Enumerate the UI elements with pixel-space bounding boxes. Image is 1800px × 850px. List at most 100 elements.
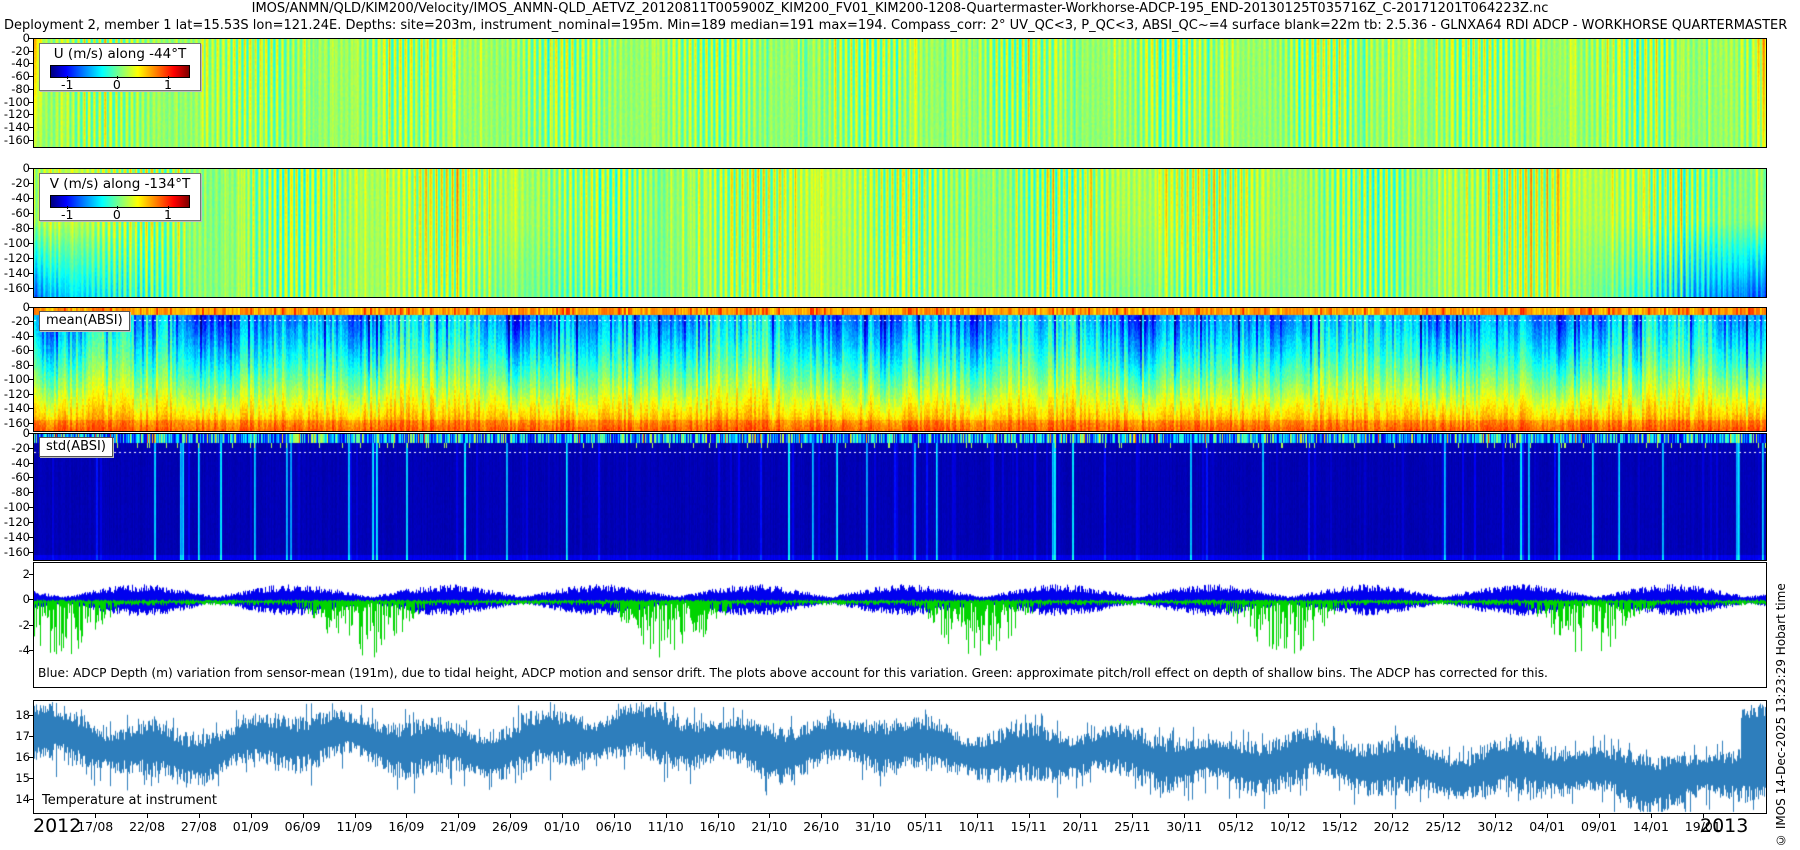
x-tick-label: 27/08 bbox=[180, 819, 217, 834]
y-tick-label: -160 bbox=[3, 132, 30, 147]
x-tick-label: 25/11 bbox=[1114, 819, 1151, 834]
x-tick-label: 20/11 bbox=[1062, 819, 1099, 834]
y-tick-label: -60 bbox=[11, 470, 30, 485]
y-tick-mark bbox=[29, 408, 33, 409]
y-tick-label: 0 bbox=[22, 592, 30, 607]
y-tick-label: -80 bbox=[11, 485, 30, 500]
y-tick-mark bbox=[29, 477, 33, 478]
x-tick-mark bbox=[1651, 813, 1652, 818]
x-tick-mark bbox=[666, 813, 667, 818]
x-tick-mark bbox=[1599, 813, 1600, 818]
y-tick-mark bbox=[29, 463, 33, 464]
y-tick-mark bbox=[29, 448, 33, 449]
y-tick-label: -20 bbox=[11, 314, 30, 329]
x-tick-mark bbox=[873, 813, 874, 818]
y-tick-mark bbox=[29, 288, 33, 289]
y-tick-label: -100 bbox=[3, 236, 30, 251]
x-tick-mark bbox=[1392, 813, 1393, 818]
y-tick-mark bbox=[29, 365, 33, 366]
imos-watermark: © IMOS 14-Dec-2025 13:23:29 Hobart time bbox=[1774, 583, 1788, 847]
x-tick-label: 10/12 bbox=[1269, 819, 1306, 834]
temperature-lineplot bbox=[34, 701, 1766, 813]
y-tick-label: -40 bbox=[11, 328, 30, 343]
x-tick-label: 05/12 bbox=[1218, 819, 1255, 834]
y-tick-mark bbox=[29, 168, 33, 169]
y-tick-label: -60 bbox=[11, 343, 30, 358]
x-tick-label: 30/12 bbox=[1477, 819, 1514, 834]
y-tick-label: -20 bbox=[11, 176, 30, 191]
y-tick-label: 0 bbox=[22, 426, 30, 440]
y-tick-mark bbox=[29, 423, 33, 424]
y-tick-label: 0 bbox=[22, 300, 30, 314]
x-tick-label: 26/09 bbox=[492, 819, 529, 834]
y-tick-mark bbox=[29, 757, 33, 758]
y-tick-mark bbox=[29, 307, 33, 308]
y-tick-label: -120 bbox=[3, 386, 30, 401]
y-tick-label: 16 bbox=[15, 750, 30, 765]
y-tick-mark bbox=[29, 336, 33, 337]
u-colorbar-legend: U (m/s) along -44°T -1 0 1 bbox=[39, 43, 201, 92]
y-tick-mark bbox=[29, 127, 33, 128]
xaxis-year-start: 2012 bbox=[33, 815, 82, 837]
y-tick-mark bbox=[29, 76, 33, 77]
x-tick-mark bbox=[1547, 813, 1548, 818]
x-tick-mark bbox=[406, 813, 407, 818]
x-tick-label: 01/09 bbox=[232, 819, 269, 834]
x-tick-label: 16/09 bbox=[388, 819, 425, 834]
figure-subtitle: Deployment 2, member 1 lat=15.53S lon=12… bbox=[4, 18, 1788, 33]
panel-temperature: Temperature at instrument bbox=[33, 700, 1767, 814]
x-tick-label: 15/11 bbox=[1010, 819, 1047, 834]
x-tick-mark bbox=[1495, 813, 1496, 818]
depth-variation-annotation: Blue: ADCP Depth (m) variation from sens… bbox=[38, 666, 1548, 680]
x-tick-label: 14/01 bbox=[1632, 819, 1669, 834]
x-tick-label: 20/12 bbox=[1373, 819, 1410, 834]
x-tick-label: 10/11 bbox=[958, 819, 995, 834]
y-tick-mark bbox=[29, 102, 33, 103]
y-tick-label: -80 bbox=[11, 357, 30, 372]
y-tick-label: -140 bbox=[3, 401, 30, 416]
y-tick-mark bbox=[29, 574, 33, 575]
x-tick-label: 22/08 bbox=[129, 819, 166, 834]
x-tick-label: 16/10 bbox=[699, 819, 736, 834]
x-tick-mark bbox=[1236, 813, 1237, 818]
y-tick-mark bbox=[29, 350, 33, 351]
x-tick-mark bbox=[562, 813, 563, 818]
panel-v-velocity: V (m/s) along -134°T -1 0 1 bbox=[33, 168, 1767, 298]
colorbar-tick-label: 0 bbox=[112, 77, 121, 92]
y-tick-label: -160 bbox=[3, 544, 30, 559]
y-tick-mark bbox=[29, 799, 33, 800]
y-tick-label: -120 bbox=[3, 251, 30, 266]
absi-std-heatmap bbox=[34, 434, 1766, 560]
x-tick-mark bbox=[1029, 813, 1030, 818]
panel-absi-std: std(ABSI) bbox=[33, 433, 1767, 561]
y-tick-label: -140 bbox=[3, 266, 30, 281]
x-tick-mark bbox=[1132, 813, 1133, 818]
x-tick-mark bbox=[1184, 813, 1185, 818]
y-tick-label: -80 bbox=[11, 221, 30, 236]
y-tick-label: -40 bbox=[11, 191, 30, 206]
x-tick-label: 01/10 bbox=[543, 819, 580, 834]
y-tick-mark bbox=[29, 89, 33, 90]
x-tick-label: 15/12 bbox=[1321, 819, 1358, 834]
x-tick-label: 11/10 bbox=[647, 819, 684, 834]
absi-mean-heatmap bbox=[34, 308, 1766, 431]
colorbar-tick-label: 1 bbox=[164, 77, 172, 92]
panel-absi-mean: mean(ABSI) bbox=[33, 307, 1767, 432]
y-tick-label: -160 bbox=[3, 281, 30, 296]
x-tick-mark bbox=[95, 813, 96, 818]
x-tick-mark bbox=[1080, 813, 1081, 818]
x-tick-mark bbox=[1288, 813, 1289, 818]
y-tick-mark bbox=[29, 228, 33, 229]
y-tick-mark bbox=[29, 213, 33, 214]
y-tick-label: -100 bbox=[3, 500, 30, 515]
y-tick-mark bbox=[29, 599, 33, 600]
x-tick-label: 11/09 bbox=[336, 819, 373, 834]
y-tick-label: -140 bbox=[3, 529, 30, 544]
y-tick-mark bbox=[29, 140, 33, 141]
y-tick-mark bbox=[29, 394, 33, 395]
y-tick-mark bbox=[29, 507, 33, 508]
x-tick-mark bbox=[355, 813, 356, 818]
y-tick-mark bbox=[29, 433, 33, 434]
v-colorbar-legend: V (m/s) along -134°T -1 0 1 bbox=[39, 173, 201, 222]
figure-title: IMOS/ANMN/QLD/KIM200/Velocity/IMOS_ANMN-… bbox=[251, 1, 1549, 16]
